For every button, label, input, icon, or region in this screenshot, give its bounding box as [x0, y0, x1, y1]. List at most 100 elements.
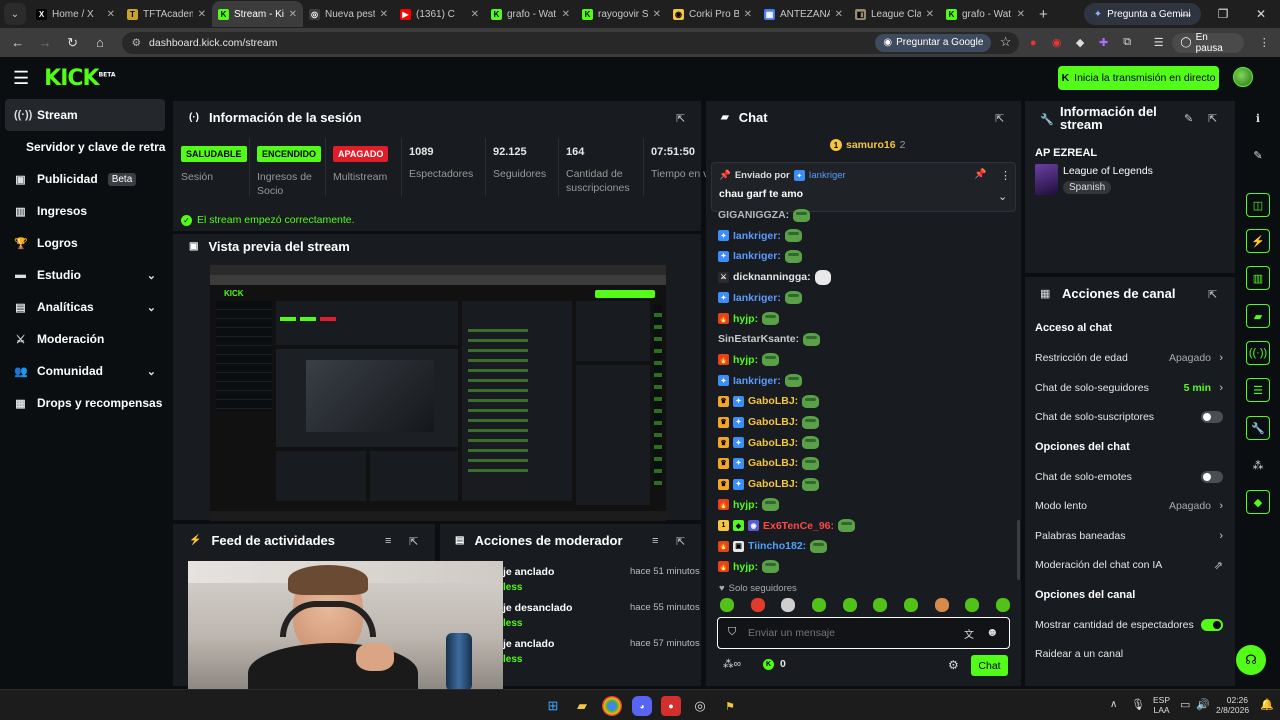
- toggle-switch[interactable]: [1201, 618, 1223, 631]
- sidebar-item[interactable]: ▦ Drops y recompensas: [0, 387, 170, 419]
- extensions-puzzle-icon[interactable]: ⧉: [1117, 33, 1137, 53]
- browser-tab[interactable]: X Home / X ✕: [30, 1, 121, 27]
- quick-emote[interactable]: [811, 598, 826, 612]
- sidebar-item[interactable]: 👥 Comunidad ⌄: [0, 355, 170, 387]
- channel-setting-row[interactable]: Raidear a un canal: [1035, 644, 1225, 664]
- edit-pencil-icon[interactable]: ✎: [1184, 112, 1193, 125]
- tab-close-icon[interactable]: ✕: [562, 9, 570, 20]
- channel-setting-row[interactable]: Chat de solo-seguidores 5 min ›: [1035, 378, 1225, 398]
- chat-message[interactable]: ♛ ✦ GaboLBJ:: [718, 413, 820, 431]
- chat-username[interactable]: Iankriger:: [733, 230, 781, 242]
- browser-tab[interactable]: ▶ (1361) C ✕: [394, 1, 485, 27]
- reload-icon[interactable]: ↻: [61, 31, 84, 55]
- maximize-icon[interactable]: ❐: [1204, 0, 1242, 28]
- popout-icon[interactable]: ⇱: [676, 112, 685, 125]
- obs-icon[interactable]: ◎: [690, 696, 710, 716]
- browser-tab[interactable]: Kgrafo - Wat ✕: [485, 1, 576, 27]
- sidebar-item[interactable]: Servidor y clave de retransmisión: [0, 131, 170, 163]
- close-icon[interactable]: ✕: [1242, 0, 1280, 28]
- chat-settings-icon[interactable]: ⚙: [948, 658, 959, 672]
- chat-username[interactable]: GaboLBJ:: [748, 457, 798, 469]
- sidebar-item[interactable]: ⚔ Moderación: [0, 323, 170, 355]
- external-link-icon[interactable]: ⇗: [1214, 559, 1223, 572]
- chat-username[interactable]: GaboLBJ:: [748, 395, 798, 407]
- chat-username[interactable]: hyjp:: [733, 313, 758, 325]
- chat-username[interactable]: dicknanningga:: [733, 271, 811, 283]
- tab-close-icon[interactable]: ✕: [198, 9, 206, 20]
- extension-record-icon[interactable]: ◉: [1047, 33, 1067, 53]
- channel-setting-row[interactable]: Chat de solo-suscriptores: [1035, 407, 1225, 427]
- chat-message[interactable]: GIGANIGGZA:: [718, 206, 811, 224]
- chevron-right-icon[interactable]: ›: [1219, 382, 1223, 394]
- chat-username[interactable]: SinEstarKsante:: [718, 333, 799, 345]
- quick-emote[interactable]: [842, 598, 857, 612]
- tab-close-icon[interactable]: ✕: [926, 9, 934, 20]
- forward-icon[interactable]: →: [33, 31, 56, 55]
- chevron-right-icon[interactable]: ›: [1219, 530, 1223, 542]
- site-info-icon[interactable]: ⚙: [132, 37, 141, 49]
- chevron-right-icon[interactable]: ›: [1219, 500, 1223, 512]
- chat-username[interactable]: Iankriger:: [733, 250, 781, 262]
- chat-message[interactable]: 🔥 ▣ Tiincho182:: [718, 537, 828, 555]
- layout-icon[interactable]: ☰: [1246, 378, 1270, 402]
- tab-close-icon[interactable]: ✕: [1017, 9, 1025, 20]
- chat-message[interactable]: 🔥 hyjp:: [718, 310, 780, 328]
- channel-setting-row[interactable]: Chat de solo-emotes: [1035, 467, 1225, 487]
- feed-filter-icon[interactable]: ≡: [385, 535, 391, 547]
- riot-icon[interactable]: ⚑: [720, 696, 740, 716]
- toggle-switch[interactable]: [1201, 470, 1223, 483]
- chat-message[interactable]: ♛ ✦ GaboLBJ:: [718, 475, 820, 493]
- chat-username[interactable]: GaboLBJ:: [748, 416, 798, 428]
- tab-close-icon[interactable]: ✕: [653, 9, 661, 20]
- clock[interactable]: 02:26 2/8/2026: [1216, 695, 1249, 715]
- chat-username[interactable]: hyjp:: [733, 561, 758, 573]
- quick-emote[interactable]: [995, 598, 1010, 612]
- flash-icon[interactable]: ⚡: [1246, 229, 1270, 253]
- chat-message[interactable]: ✦ Iankriger:: [718, 227, 802, 245]
- unpin-icon[interactable]: 📌: [974, 169, 986, 180]
- chevron-down-icon[interactable]: ⌄: [147, 301, 156, 314]
- sidebar-item[interactable]: ▬ Estudio ⌄: [0, 259, 170, 291]
- browser-tab[interactable]: T TFTAcadem ✕: [121, 1, 212, 27]
- stream-info-popout-icon[interactable]: ⇱: [1208, 112, 1217, 125]
- info-icon[interactable]: ℹ: [1246, 106, 1270, 130]
- users-icon[interactable]: ⁂: [1246, 453, 1270, 477]
- browser-tab[interactable]: K Stream - Kic ✕: [212, 1, 303, 27]
- pinned-message[interactable]: 📌 Enviado por ✦ Iankriger chau garf te a…: [711, 162, 1016, 212]
- record-app-icon[interactable]: ●: [661, 696, 681, 716]
- chat-username[interactable]: Tiincho182:: [748, 540, 806, 552]
- pinned-user[interactable]: Iankriger: [809, 170, 846, 181]
- kick-logo[interactable]: KICKBETA: [44, 66, 115, 91]
- chat-message[interactable]: ⚔ dicknanningga:: [718, 268, 831, 286]
- chevron-down-icon[interactable]: ⌄: [147, 269, 156, 282]
- chat-message[interactable]: ♛ ✦ GaboLBJ:: [718, 434, 820, 452]
- chat-message[interactable]: ♛ ✦ GaboLBJ:: [718, 454, 820, 472]
- tab-close-icon[interactable]: ✕: [380, 9, 388, 20]
- reading-list-icon[interactable]: ☰: [1149, 33, 1169, 53]
- tab-close-icon[interactable]: ✕: [835, 9, 843, 20]
- chat-username[interactable]: Ex6TenCe_96:: [763, 520, 834, 532]
- windows-start-icon[interactable]: ⊞: [543, 696, 563, 716]
- network-icon[interactable]: ▭: [1180, 698, 1190, 711]
- discord-icon[interactable]: ◕: [632, 696, 652, 716]
- channel-setting-row[interactable]: Moderación del chat con IA ⇗: [1035, 555, 1225, 575]
- chat-username[interactable]: hyjp:: [733, 499, 758, 511]
- support-button[interactable]: ☊: [1236, 645, 1266, 675]
- document-icon[interactable]: ▥: [1246, 266, 1270, 290]
- channel-setting-row[interactable]: Modo lento Apagado ›: [1035, 496, 1225, 516]
- microphone-icon[interactable]: 🎙: [1131, 698, 1145, 711]
- extension-red-icon[interactable]: ●: [1023, 33, 1043, 53]
- category-name[interactable]: League of Legends: [1063, 165, 1153, 177]
- stream-preview-video[interactable]: KICK: [210, 265, 666, 521]
- category-thumbnail[interactable]: [1035, 164, 1058, 195]
- file-explorer-icon[interactable]: ▰: [572, 696, 592, 716]
- sidebar-item[interactable]: ((·)) Stream: [5, 99, 165, 131]
- extension-diamond-icon[interactable]: ◆: [1070, 33, 1090, 53]
- channel-setting-row[interactable]: Restricción de edad Apagado ›: [1035, 348, 1225, 368]
- sidebar-item[interactable]: 🏆 Logros: [0, 227, 170, 259]
- quick-emote[interactable]: [965, 598, 980, 612]
- extension-purple-icon[interactable]: ✚: [1094, 33, 1114, 53]
- sidebar-item[interactable]: ▤ Analíticas ⌄: [0, 291, 170, 323]
- bookmark-star-icon[interactable]: ☆: [1000, 34, 1012, 50]
- tab-close-icon[interactable]: ✕: [471, 9, 479, 20]
